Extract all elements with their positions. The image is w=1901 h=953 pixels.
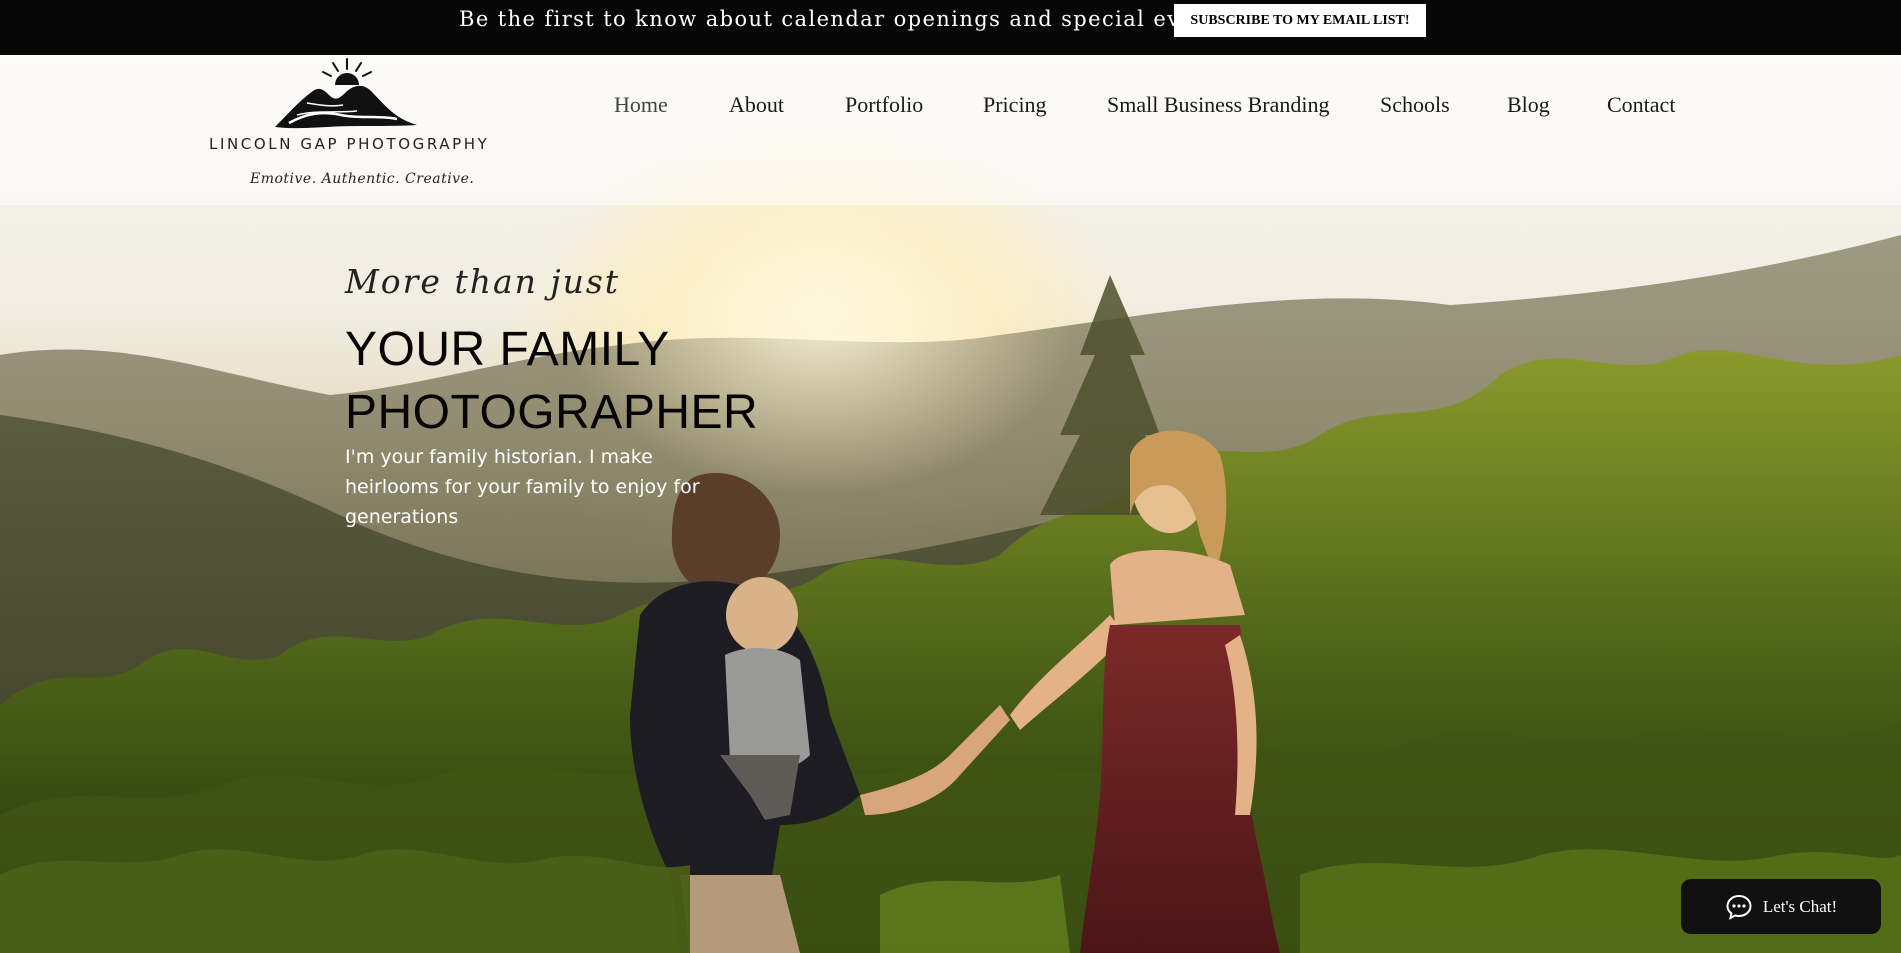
mountain-sun-logo-icon [275,58,417,129]
nav-item-contact[interactable]: Contact [1607,92,1675,118]
hero-body-text: I'm your family historian. I make heirlo… [345,446,700,528]
hero-kicker: More than just [345,262,621,301]
nav-item-schools[interactable]: Schools [1380,92,1450,118]
hero-title-line-1: YOUR FAMILY [345,323,670,376]
logo[interactable]: LINCOLN GAP PHOTOGRAPHY Emotive. Authent… [205,55,495,205]
logo-tagline: Emotive. Authentic. Creative. [250,171,475,187]
nav-item-portfolio[interactable]: Portfolio [845,92,923,118]
chat-bubble-icon [1726,894,1752,920]
nav-item-home[interactable]: Home [614,92,668,118]
nav-item-about[interactable]: About [729,92,784,118]
logo-name: LINCOLN GAP PHOTOGRAPHY [209,135,490,153]
nav-item-small-business-branding[interactable]: Small Business Branding [1107,92,1329,118]
nav-item-blog[interactable]: Blog [1507,92,1550,118]
hero-title: YOUR FAMILY PHOTOGRAPHER [345,318,758,444]
announcement-text: Be the first to know about calendar open… [459,7,1242,31]
hero-title-line-2: PHOTOGRAPHER [345,386,759,439]
chat-label: Let's Chat! [1762,896,1838,916]
announcement-bar: Be the first to know about calendar open… [0,0,1901,55]
site-header: LINCOLN GAP PHOTOGRAPHY Emotive. Authent… [0,55,1901,205]
subscribe-button[interactable]: SUBSCRIBE TO MY EMAIL LIST! [1174,4,1426,37]
nav-item-pricing[interactable]: Pricing [983,92,1047,118]
chat-button[interactable]: Let's Chat! [1681,879,1881,934]
